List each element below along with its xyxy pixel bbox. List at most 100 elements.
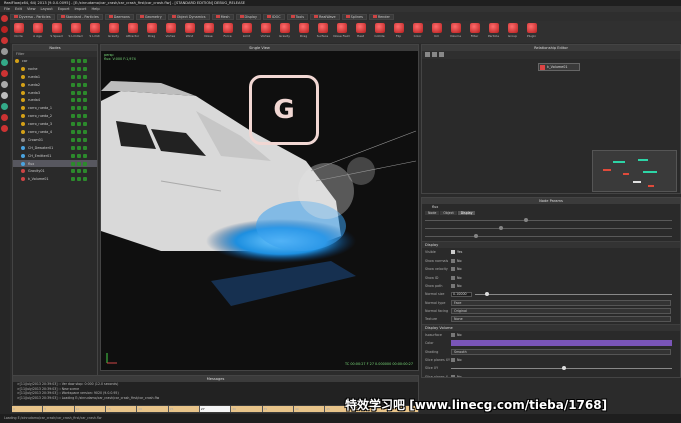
visibility-flag-icon[interactable] <box>77 177 81 182</box>
visibility-flag-icon[interactable] <box>71 169 75 174</box>
toolbar-button[interactable]: S Limited <box>67 23 84 38</box>
toolbar-button[interactable]: Gravity <box>276 23 293 38</box>
visibility-flag-icon[interactable] <box>71 177 75 182</box>
toolbar-button[interactable]: Circle <box>10 23 27 38</box>
toolbar-button[interactable]: Collide <box>371 23 388 38</box>
visibility-flag-icon[interactable] <box>77 66 81 71</box>
relationship-node[interactable]: k_Volume01 <box>538 63 580 71</box>
toolbar-button[interactable]: Surface <box>314 23 331 38</box>
timeline-tick[interactable]: 15 <box>105 406 138 412</box>
visibility-flag-icon[interactable] <box>71 137 75 142</box>
visibility-flag-icon[interactable] <box>77 58 81 63</box>
checkbox[interactable] <box>451 358 455 363</box>
visibility-flag-icon[interactable] <box>71 74 75 79</box>
rotate-icon[interactable] <box>1 37 8 44</box>
slider[interactable] <box>451 365 672 370</box>
visibility-flag-icon[interactable] <box>77 90 81 95</box>
visibility-flag-icon[interactable] <box>77 137 81 142</box>
node-item[interactable]: carro_rueda_2 <box>13 112 97 120</box>
record-icon[interactable] <box>1 114 8 121</box>
visibility-flag-icon[interactable] <box>83 98 87 103</box>
move-icon[interactable] <box>1 26 8 33</box>
visibility-flag-icon[interactable] <box>83 122 87 127</box>
toolbar-button[interactable]: Heat <box>352 23 369 38</box>
node-item[interactable]: k_Volume01 <box>13 175 97 183</box>
visibility-flag-icon[interactable] <box>77 114 81 119</box>
visibility-flag-icon[interactable] <box>77 129 81 134</box>
relationship-minimap[interactable] <box>592 150 677 192</box>
node-item[interactable]: rueda2 <box>13 81 97 89</box>
color-swatch[interactable] <box>451 340 672 347</box>
visibility-flag-icon[interactable] <box>71 122 75 127</box>
toolbar-button[interactable]: Noise <box>200 23 217 38</box>
visibility-flag-icon[interactable] <box>77 82 81 87</box>
viewport-3d[interactable]: Single View persp flux: V:000 F:1,974 G … <box>100 44 419 371</box>
toolbar-button[interactable]: Color <box>409 23 426 38</box>
scale-icon[interactable] <box>1 48 8 55</box>
toolbar-button[interactable]: Wind <box>181 23 198 38</box>
toolbar-button[interactable]: Group <box>504 23 521 38</box>
dropdown[interactable]: Smooth <box>451 348 671 355</box>
shelf-tab[interactable]: Geometry <box>135 13 166 20</box>
checkbox[interactable] <box>451 374 455 377</box>
timeline-tick[interactable]: 35 <box>262 406 294 412</box>
node-item[interactable]: CH_Emitter01 <box>13 152 97 160</box>
visibility-flag-icon[interactable] <box>77 153 81 158</box>
visibility-flag-icon[interactable] <box>77 169 81 174</box>
slider[interactable] <box>475 291 672 296</box>
timeline-current-frame[interactable]: 27 <box>199 406 232 412</box>
timeline-tick[interactable]: 10 <box>74 406 106 412</box>
visibility-flag-icon[interactable] <box>83 153 87 158</box>
dropdown[interactable]: Face <box>451 299 671 306</box>
timeline-tick[interactable]: 0 <box>12 406 44 412</box>
tab-object[interactable]: Object <box>440 211 457 215</box>
tab-node[interactable]: Node <box>425 211 440 215</box>
toolbar-button[interactable]: Flip <box>390 23 407 38</box>
timeline-tick[interactable]: 30 <box>231 406 263 412</box>
visibility-flag-icon[interactable] <box>83 74 87 79</box>
select-icon[interactable] <box>1 15 8 22</box>
node-item[interactable]: Crown01 <box>13 136 97 144</box>
section-display[interactable]: Display <box>422 241 680 249</box>
visibility-flag-icon[interactable] <box>83 90 87 95</box>
toolbar-button[interactable]: S Limit <box>86 23 103 38</box>
tab-display[interactable]: Display <box>457 211 476 215</box>
shelf-tab[interactable]: Render <box>368 13 394 20</box>
export-icon[interactable] <box>1 125 8 132</box>
visibility-flag-icon[interactable] <box>71 161 75 166</box>
toolbar-button[interactable]: Particle <box>485 23 502 38</box>
visibility-flag-icon[interactable] <box>77 161 81 166</box>
camera-icon[interactable] <box>1 59 8 66</box>
toolbar-button[interactable]: Vortex <box>257 23 274 38</box>
toolbar-button[interactable]: Force <box>219 23 236 38</box>
dropdown[interactable]: Original <box>451 308 671 315</box>
node-item[interactable]: flux <box>13 159 97 168</box>
node-item[interactable]: car <box>13 57 97 65</box>
visibility-flag-icon[interactable] <box>71 153 75 158</box>
visibility-flag-icon[interactable] <box>71 82 75 87</box>
toolbar-button[interactable]: Kill <box>428 23 445 38</box>
timeline-tick[interactable]: 5 <box>43 406 75 412</box>
visibility-flag-icon[interactable] <box>83 177 87 182</box>
visibility-flag-icon[interactable] <box>83 106 87 111</box>
shelf-tab[interactable]: Display <box>235 13 262 20</box>
visibility-flag-icon[interactable] <box>71 90 75 95</box>
shelf-tab[interactable]: Daemons <box>104 13 134 20</box>
visibility-flag-icon[interactable] <box>83 169 87 174</box>
visibility-flag-icon[interactable] <box>71 98 75 103</box>
shelf-tab[interactable]: IDOC <box>263 13 285 20</box>
node-item[interactable]: carro_rueda_4 <box>13 128 97 136</box>
node-item[interactable]: carro_rueda_3 <box>13 120 97 128</box>
section-display-volume[interactable]: Display Volume <box>422 323 680 331</box>
toolbar-button[interactable]: Volume <box>447 23 464 38</box>
shelf-tab[interactable]: Tools <box>286 13 309 20</box>
settings-icon[interactable] <box>1 81 8 88</box>
visibility-flag-icon[interactable] <box>71 145 75 150</box>
shelf-tab[interactable]: RealWave <box>310 13 340 20</box>
toolbar-button[interactable]: S Speed <box>48 23 65 38</box>
visibility-flag-icon[interactable] <box>77 74 81 79</box>
visibility-flag-icon[interactable] <box>83 145 87 150</box>
visibility-flag-icon[interactable] <box>77 98 81 103</box>
node-item[interactable]: Gravity01 <box>13 167 97 175</box>
visibility-flag-icon[interactable] <box>71 58 75 63</box>
